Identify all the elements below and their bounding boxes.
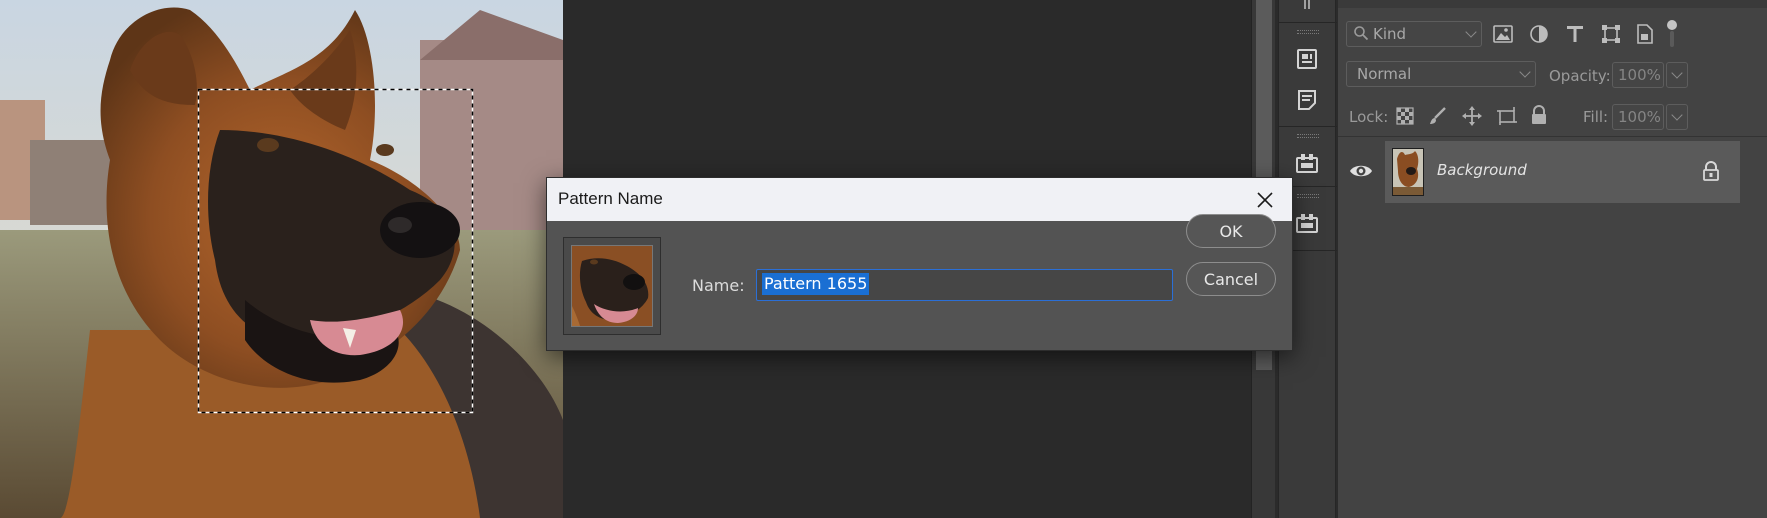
layer-row-background[interactable]: Background — [1385, 141, 1740, 203]
lock-all-icon[interactable] — [1530, 105, 1548, 129]
libraries-icon[interactable] — [1292, 148, 1322, 178]
chevron-down-icon — [1671, 67, 1683, 79]
lock-label: Lock: — [1349, 108, 1389, 126]
filter-kind-dropdown[interactable]: Kind — [1346, 21, 1482, 47]
drag-grip[interactable] — [1297, 30, 1319, 34]
opacity-value: 100% — [1618, 66, 1661, 84]
pattern-name-value[interactable]: Pattern 1655 — [762, 273, 870, 295]
pattern-name-input[interactable]: Pattern 1655 — [756, 269, 1173, 301]
adjustment-filter-icon[interactable] — [1527, 22, 1551, 46]
type-filter-icon[interactable] — [1563, 22, 1587, 46]
cancel-button[interactable]: Cancel — [1186, 262, 1276, 296]
opacity-label: Opacity: — [1549, 67, 1611, 85]
search-icon — [1353, 25, 1369, 45]
lock-transparent-icon[interactable] — [1396, 107, 1414, 129]
layers-panel: Kind Normal Opacity: 100% Lock: Fill: 10… — [1338, 0, 1767, 518]
blend-mode-dropdown[interactable]: Normal — [1346, 61, 1536, 87]
libraries-alt-icon[interactable] — [1292, 208, 1322, 238]
cancel-button-label: Cancel — [1203, 269, 1259, 289]
document-canvas[interactable] — [0, 0, 563, 518]
drag-grip[interactable] — [1297, 134, 1319, 138]
chevron-down-icon — [1671, 109, 1683, 121]
fill-label: Fill: — [1583, 108, 1609, 126]
ok-button[interactable]: OK — [1186, 214, 1276, 248]
pattern-name-dialog: Pattern Name Name: Pattern 1655 OK Cance… — [546, 177, 1293, 351]
opacity-input[interactable]: 100% — [1612, 62, 1664, 88]
shape-filter-icon[interactable] — [1599, 22, 1623, 46]
fill-slider-button[interactable] — [1666, 104, 1688, 130]
close-icon[interactable] — [1247, 182, 1283, 218]
smart-object-filter-icon[interactable] — [1633, 22, 1657, 46]
filter-toggle-icon[interactable] — [1666, 19, 1678, 49]
lock-image-icon[interactable] — [1428, 106, 1448, 130]
layer-thumbnail — [1392, 148, 1424, 196]
ok-button-label: OK — [1219, 221, 1243, 241]
image-filter-icon[interactable] — [1491, 22, 1515, 46]
name-label: Name: — [692, 276, 745, 295]
lock-artboard-icon[interactable] — [1496, 106, 1518, 130]
opacity-slider-button[interactable] — [1666, 62, 1688, 88]
fill-value: 100% — [1618, 108, 1661, 126]
chevron-down-icon — [1465, 26, 1477, 38]
pattern-preview — [563, 237, 661, 335]
layer-visibility-eye-icon[interactable] — [1348, 158, 1374, 184]
panel-tab-bar — [1338, 0, 1767, 8]
blend-mode-value: Normal — [1357, 65, 1412, 83]
layer-lock-icon[interactable] — [1700, 160, 1722, 182]
collapse-handle-icon[interactable] — [1292, 0, 1322, 20]
layer-name[interactable]: Background — [1437, 161, 1527, 179]
chevron-down-icon — [1519, 66, 1531, 78]
drag-grip[interactable] — [1297, 194, 1319, 198]
fill-input[interactable]: 100% — [1612, 104, 1664, 130]
notes-icon[interactable] — [1292, 85, 1322, 115]
pattern-preview-image — [572, 246, 652, 326]
dialog-title: Pattern Name — [558, 189, 663, 208]
dog-photo — [0, 0, 563, 518]
lock-position-icon[interactable] — [1462, 106, 1482, 130]
filter-kind-label: Kind — [1373, 25, 1407, 43]
dialog-titlebar[interactable]: Pattern Name — [547, 178, 1292, 221]
properties-icon[interactable] — [1292, 44, 1322, 74]
